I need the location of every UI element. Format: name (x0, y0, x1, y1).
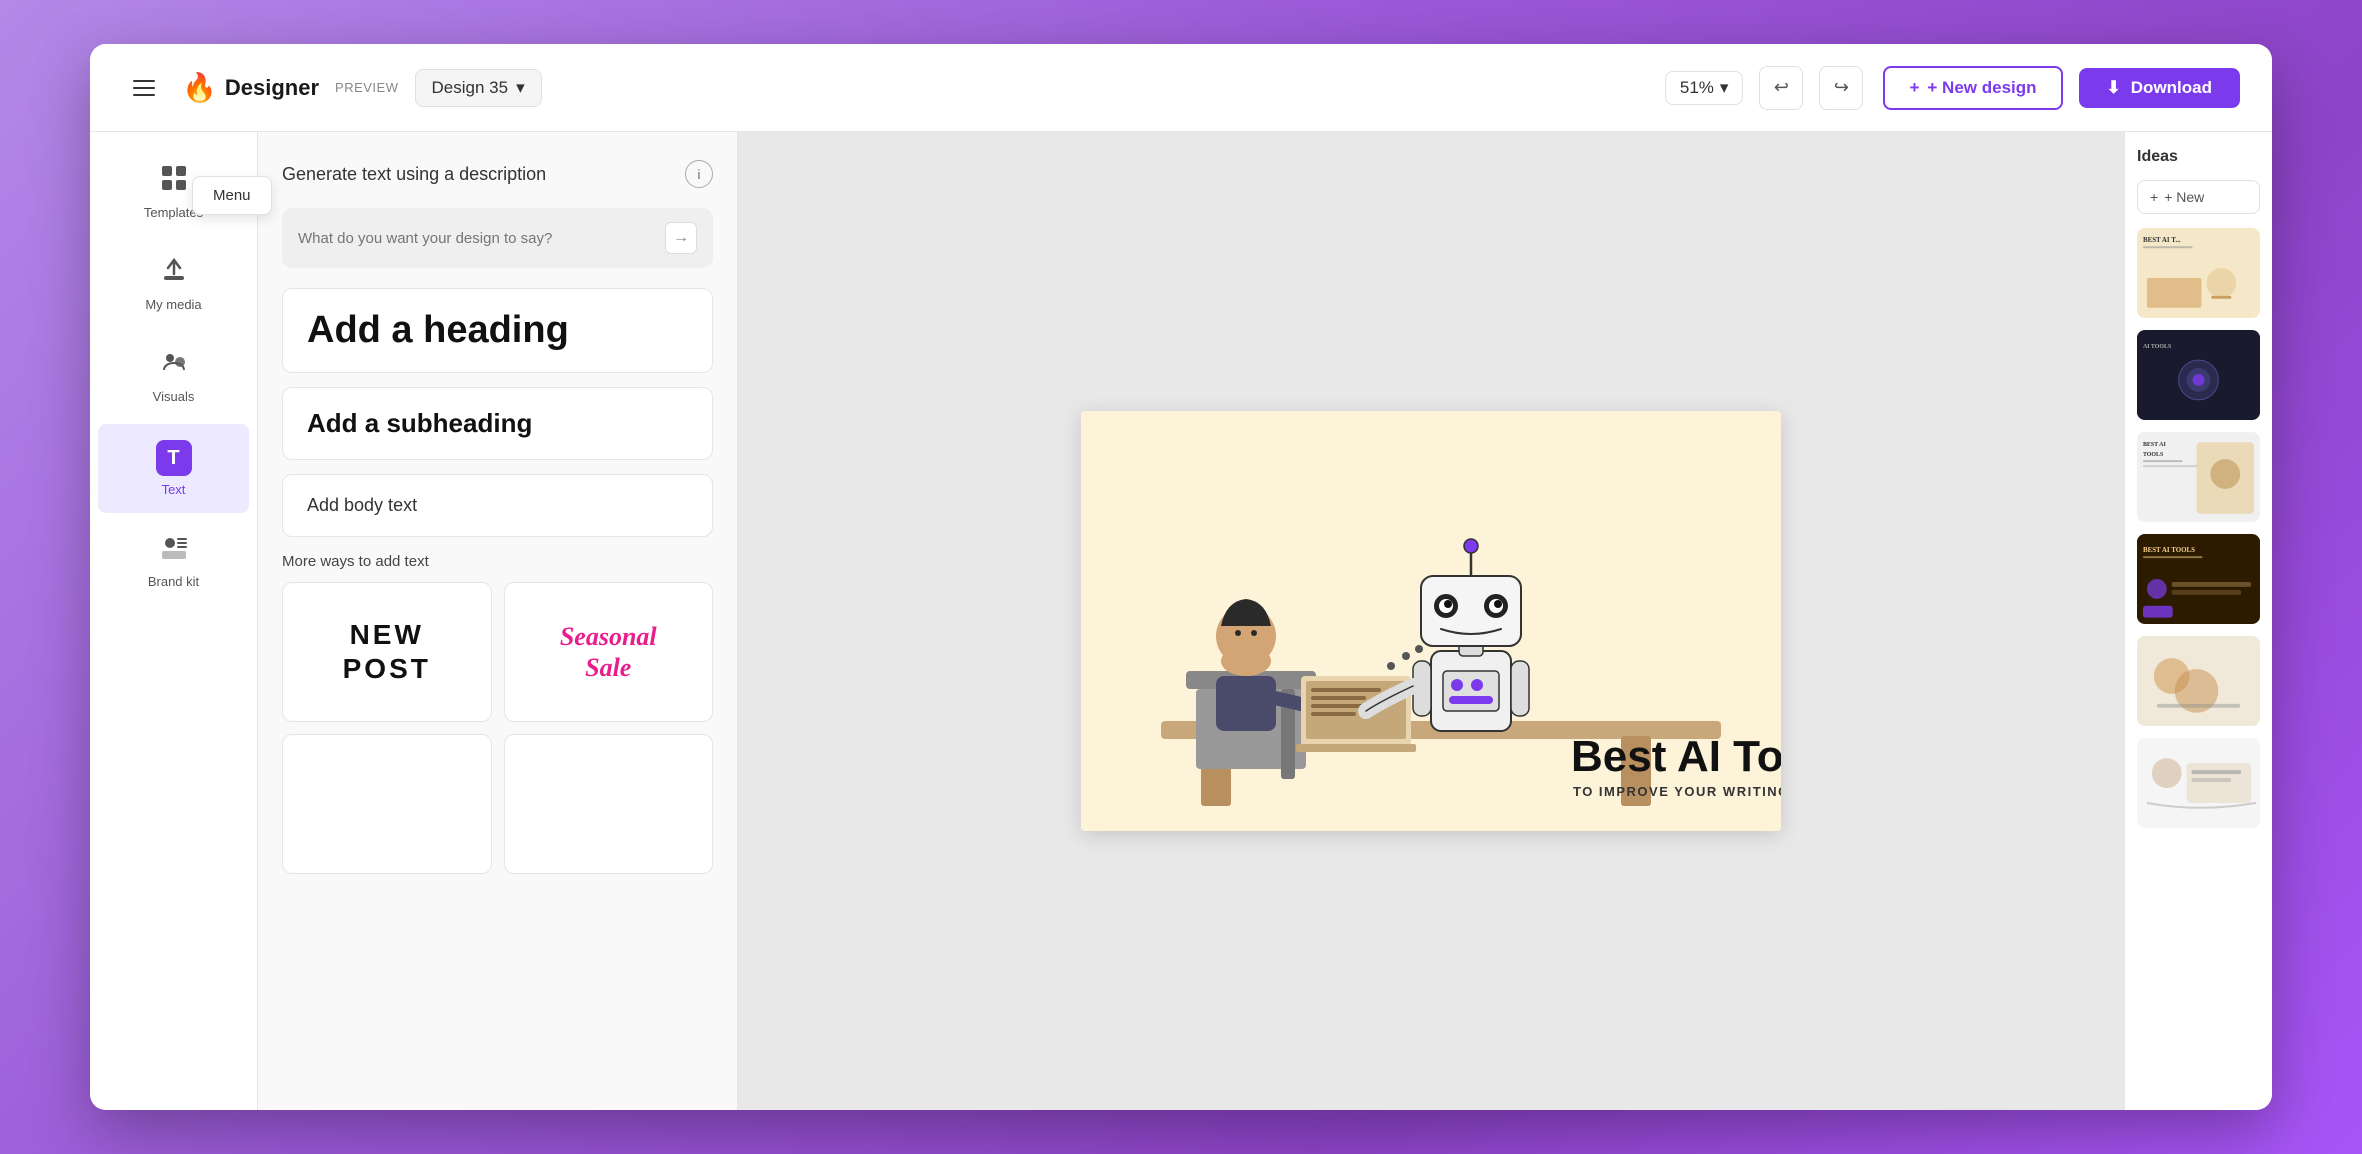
svg-text:TO IMPROVE YOUR WRITING IN 202: TO IMPROVE YOUR WRITING IN 2024 (1573, 784, 1781, 799)
add-heading-button[interactable]: Add a heading (282, 288, 713, 373)
generate-input-container: → (282, 208, 713, 268)
info-button[interactable]: i (685, 160, 713, 188)
generate-text-input[interactable] (298, 230, 655, 247)
ideas-panel-title: Ideas (2137, 148, 2260, 166)
my-media-icon (160, 256, 188, 291)
redo-icon: ↪ (1834, 77, 1849, 98)
menu-button[interactable] (122, 66, 166, 110)
brand-kit-label: Brand kit (148, 574, 199, 589)
templates-icon (160, 164, 188, 199)
hamburger-icon (133, 80, 155, 96)
add-subheading-button[interactable]: Add a subheading (282, 387, 713, 460)
idea-card-6[interactable] (2137, 738, 2260, 828)
idea-card-1[interactable]: BEST AI T... (2137, 228, 2260, 318)
seasonal-sale-text: SeasonalSale (560, 621, 657, 683)
panel-title: Generate text using a description (282, 164, 546, 185)
text-panel: Generate text using a description i → Ad… (258, 132, 738, 1110)
undo-icon: ↩ (1774, 77, 1789, 98)
plus-icon-ideas: + (2150, 189, 2158, 205)
design-title-text: Design 35 (432, 78, 509, 98)
idea-card-4[interactable]: BEST AI TOOLS (2137, 534, 2260, 624)
download-label: Download (2131, 78, 2212, 98)
menu-popup[interactable]: Menu (192, 176, 272, 215)
sidebar: Menu Templates (90, 132, 258, 1110)
zoom-chevron-icon: ▾ (1720, 78, 1729, 98)
logo-area: 🔥 Designer (182, 71, 319, 104)
new-design-button[interactable]: + + New design (1883, 66, 2062, 110)
sidebar-item-my-media[interactable]: My media (98, 240, 249, 328)
zoom-level-text: 51% (1680, 78, 1714, 98)
canvas-area: Best AI Tools TO IMPROVE YOUR WRITING IN… (738, 132, 2124, 1110)
new-design-label: + New design (1927, 78, 2036, 98)
redo-button[interactable]: ↪ (1819, 66, 1863, 110)
text-label: Text (162, 482, 186, 497)
design-title-dropdown[interactable]: Design 35 ▾ (415, 69, 542, 107)
idea-card-5[interactable] (2137, 636, 2260, 726)
header: 🔥 Designer PREVIEW Design 35 ▾ 51% ▾ ↩ ↪ (90, 44, 2272, 132)
text-template-4[interactable] (504, 734, 714, 874)
header-right: + + New design ⬇ Download (1883, 66, 2240, 110)
my-media-label: My media (145, 297, 201, 312)
logo-icon: 🔥 (182, 71, 217, 104)
svg-text:TOOLS: TOOLS (2143, 452, 2164, 458)
idea-card-2[interactable]: AI TOOLS (2137, 330, 2260, 420)
app-name: Designer (225, 75, 319, 101)
ideas-new-label: + New (2164, 189, 2204, 205)
body-text: Add body text (307, 495, 417, 515)
generate-submit-button[interactable]: → (665, 222, 697, 254)
text-templates-grid: NEWPOST SeasonalSale (282, 582, 713, 874)
header-center: 51% ▾ ↩ ↪ (1665, 66, 1864, 110)
preview-badge: PREVIEW (335, 80, 398, 95)
more-ways-title: More ways to add text (282, 553, 713, 570)
subheading-text: Add a subheading (307, 408, 532, 438)
app-window: 🔥 Designer PREVIEW Design 35 ▾ 51% ▾ ↩ ↪ (90, 44, 2272, 1110)
download-button[interactable]: ⬇ Download (2079, 68, 2240, 108)
visuals-label: Visuals (153, 389, 195, 404)
ideas-new-button[interactable]: + + New (2137, 180, 2260, 214)
sidebar-item-text[interactable]: T Text (98, 424, 249, 513)
svg-text:AI TOOLS: AI TOOLS (2143, 344, 2172, 350)
idea-card-3[interactable]: BEST AI TOOLS (2137, 432, 2260, 522)
svg-text:BEST AI: BEST AI (2143, 442, 2167, 448)
chevron-down-icon: ▾ (516, 78, 525, 98)
panel-header: Generate text using a description i (282, 160, 713, 188)
body-area: Menu Templates (90, 132, 2272, 1110)
undo-button[interactable]: ↩ (1759, 66, 1803, 110)
sidebar-item-visuals[interactable]: Visuals (98, 332, 249, 420)
svg-text:BEST AI T...: BEST AI T... (2143, 236, 2181, 244)
new-post-text: NEWPOST (343, 618, 431, 685)
menu-popup-label: Menu (213, 187, 251, 204)
header-left: 🔥 Designer PREVIEW Design 35 ▾ (122, 66, 1645, 110)
design-canvas[interactable]: Best AI Tools TO IMPROVE YOUR WRITING IN… (1081, 411, 1781, 831)
svg-text:BEST AI TOOLS: BEST AI TOOLS (2143, 546, 2195, 554)
text-template-new-post[interactable]: NEWPOST (282, 582, 492, 722)
text-icon: T (156, 440, 192, 476)
heading-text: Add a heading (307, 309, 569, 351)
arrow-right-icon: → (673, 229, 689, 247)
sidebar-item-brand-kit[interactable]: Brand kit (98, 517, 249, 605)
download-icon: ⬇ (2107, 78, 2121, 98)
plus-icon: + (1909, 78, 1919, 98)
text-template-3[interactable] (282, 734, 492, 874)
text-template-seasonal-sale[interactable]: SeasonalSale (504, 582, 714, 722)
brand-kit-icon (160, 533, 188, 568)
zoom-control[interactable]: 51% ▾ (1665, 71, 1744, 105)
svg-text:Best AI Tools: Best AI Tools (1571, 732, 1781, 781)
add-body-button[interactable]: Add body text (282, 474, 713, 537)
ideas-panel: Ideas + + New BEST AI T... (2124, 132, 2272, 1110)
visuals-icon (160, 348, 188, 383)
canvas-illustration: Best AI Tools TO IMPROVE YOUR WRITING IN… (1081, 411, 1781, 831)
